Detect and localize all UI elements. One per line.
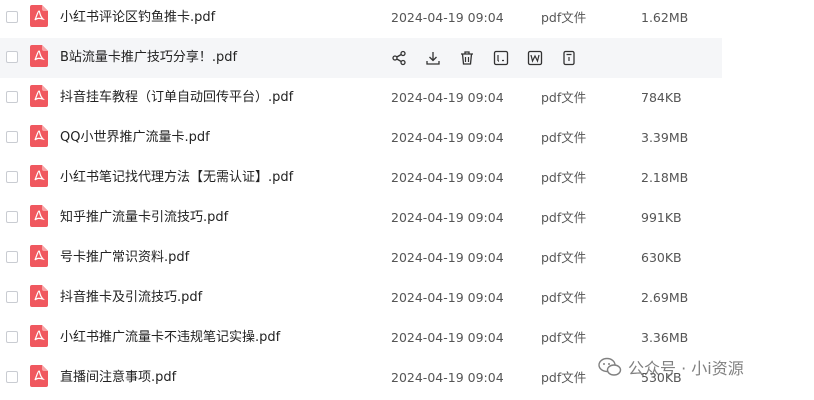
print-icon[interactable] [561, 50, 577, 66]
file-date: 2024-04-19 09:04 [391, 210, 504, 225]
rename-icon[interactable] [493, 50, 509, 66]
file-type: pdf文件 [541, 330, 587, 345]
file-row[interactable]: 小红书笔记找代理方法【无需认证】.pdf 2024-04-19 09:04 pd… [0, 158, 722, 198]
file-name[interactable]: QQ小世界推广流量卡.pdf [60, 118, 210, 158]
file-name[interactable]: 抖音挂车教程（订单自动回传平台）.pdf [60, 78, 293, 118]
file-type: pdf文件 [541, 290, 587, 305]
file-name[interactable]: 号卡推广常识资料.pdf [60, 238, 189, 278]
pdf-file-icon [30, 85, 48, 107]
file-type: pdf文件 [541, 370, 587, 385]
pdf-file-icon [30, 45, 48, 67]
row-checkbox[interactable] [6, 251, 18, 263]
file-size: 3.39MB [641, 130, 689, 145]
file-type: pdf文件 [541, 170, 587, 185]
pdf-file-icon [30, 165, 48, 187]
row-checkbox[interactable] [6, 371, 18, 383]
file-date: 2024-04-19 09:04 [391, 90, 504, 105]
file-date: 2024-04-19 09:04 [391, 10, 504, 25]
file-size: 1.62MB [641, 10, 689, 25]
file-type: pdf文件 [541, 10, 587, 25]
file-date: 2024-04-19 09:04 [391, 170, 504, 185]
file-row[interactable]: 知乎推广流量卡引流技巧.pdf 2024-04-19 09:04 pdf文件 9… [0, 198, 722, 238]
file-name[interactable]: 知乎推广流量卡引流技巧.pdf [60, 198, 228, 238]
file-row[interactable]: 号卡推广常识资料.pdf 2024-04-19 09:04 pdf文件 630K… [0, 238, 722, 278]
file-name[interactable]: 小红书评论区钓鱼推卡.pdf [60, 0, 215, 38]
row-checkbox[interactable] [6, 91, 18, 103]
pdf-file-icon [30, 245, 48, 267]
file-size: 2.69MB [641, 290, 689, 305]
file-row-hovered[interactable]: B站流量卡推广技巧分享！.pdf [0, 38, 722, 78]
pdf-file-icon [30, 325, 48, 347]
file-name[interactable]: 直播间注意事项.pdf [60, 358, 176, 398]
watermark-text: 公众号 · 小i资源 [628, 359, 744, 378]
file-type: pdf文件 [541, 90, 587, 105]
pdf-file-icon [30, 205, 48, 227]
file-size: 784KB [641, 90, 682, 105]
file-date: 2024-04-19 09:04 [391, 290, 504, 305]
pdf-file-icon [30, 365, 48, 387]
row-checkbox[interactable] [6, 291, 18, 303]
file-type: pdf文件 [541, 250, 587, 265]
file-list: 小红书评论区钓鱼推卡.pdf 2024-04-19 09:04 pdf文件 1.… [0, 0, 814, 400]
row-checkbox[interactable] [6, 11, 18, 23]
file-name[interactable]: 小红书笔记找代理方法【无需认证】.pdf [60, 158, 293, 198]
word-convert-icon[interactable] [527, 50, 543, 66]
file-name[interactable]: 抖音推卡及引流技巧.pdf [60, 278, 202, 318]
wechat-icon [598, 357, 622, 376]
file-date: 2024-04-19 09:04 [391, 370, 504, 385]
row-checkbox[interactable] [6, 131, 18, 143]
download-icon[interactable] [425, 50, 441, 66]
pdf-file-icon [30, 5, 48, 27]
file-date: 2024-04-19 09:04 [391, 130, 504, 145]
file-size: 630KB [641, 250, 682, 265]
file-row[interactable]: 抖音挂车教程（订单自动回传平台）.pdf 2024-04-19 09:04 pd… [0, 78, 722, 118]
file-size: 991KB [641, 210, 682, 225]
file-type: pdf文件 [541, 210, 587, 225]
row-checkbox[interactable] [6, 331, 18, 343]
file-name[interactable]: B站流量卡推广技巧分享！.pdf [60, 38, 237, 78]
file-date: 2024-04-19 09:04 [391, 250, 504, 265]
file-type: pdf文件 [541, 130, 587, 145]
file-row[interactable]: QQ小世界推广流量卡.pdf 2024-04-19 09:04 pdf文件 3.… [0, 118, 722, 158]
row-checkbox[interactable] [6, 51, 18, 63]
file-size: 2.18MB [641, 170, 689, 185]
row-checkbox[interactable] [6, 211, 18, 223]
pdf-file-icon [30, 125, 48, 147]
file-name[interactable]: 小红书推广流量卡不违规笔记实操.pdf [60, 318, 280, 358]
delete-icon[interactable] [459, 50, 475, 66]
pdf-file-icon [30, 285, 48, 307]
watermark: 公众号 · 小i资源 [598, 352, 744, 382]
file-date: 2024-04-19 09:04 [391, 330, 504, 345]
file-row[interactable]: 小红书评论区钓鱼推卡.pdf 2024-04-19 09:04 pdf文件 1.… [0, 0, 722, 38]
file-row[interactable]: 抖音推卡及引流技巧.pdf 2024-04-19 09:04 pdf文件 2.6… [0, 278, 722, 318]
row-checkbox[interactable] [6, 171, 18, 183]
share-icon[interactable] [391, 50, 407, 66]
